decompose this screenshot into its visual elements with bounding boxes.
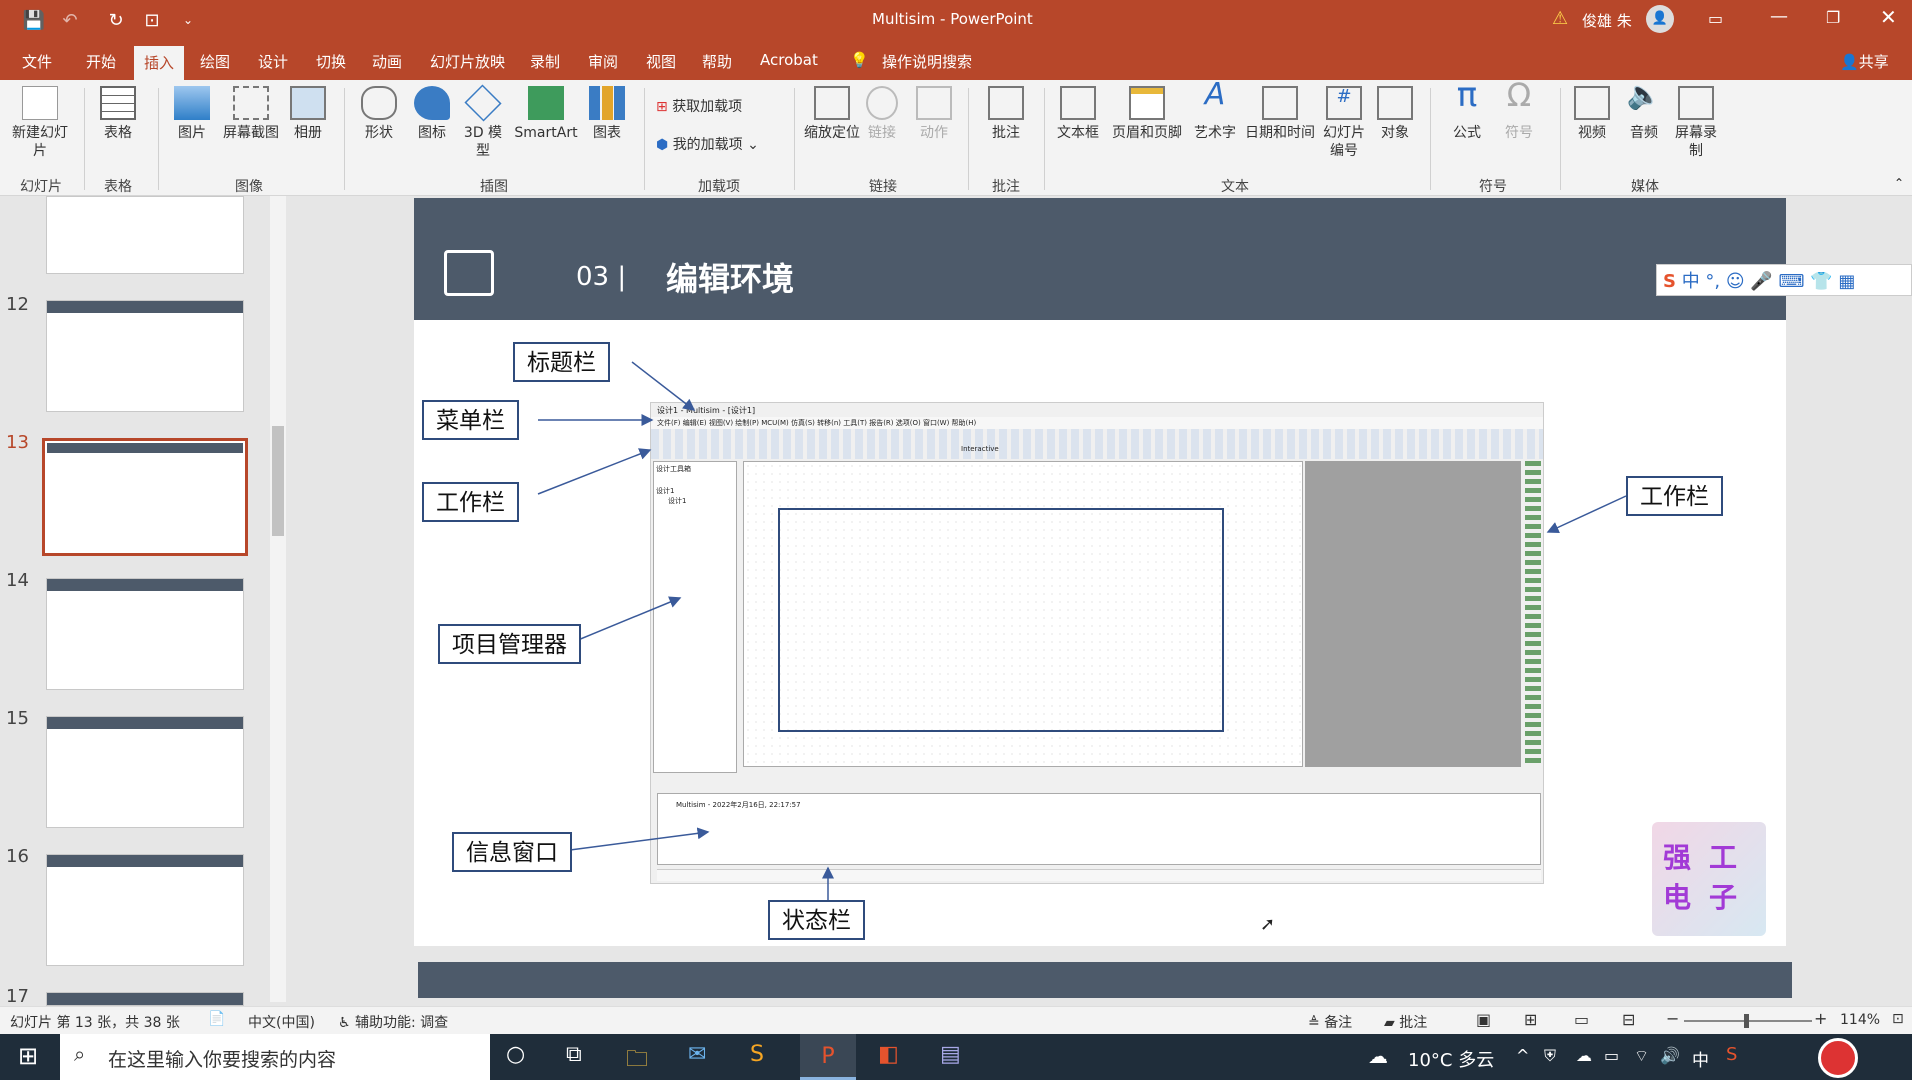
slideshow-icon[interactable]: ⊟ xyxy=(1622,1010,1635,1029)
watermark-logo: 强工电子 xyxy=(1652,822,1766,936)
multisim-app-icon[interactable]: ▤ xyxy=(940,1042,961,1067)
wifi-icon[interactable]: ⌔ xyxy=(1634,1046,1649,1066)
cloud-icon: ☁ xyxy=(1368,1044,1388,1068)
normal-view-icon[interactable]: ▣ xyxy=(1476,1010,1491,1029)
status-bar: 幻灯片 第 13 张，共 38 张 📄 中文(中国) ♿ 辅助功能: 调查 ≜ … xyxy=(0,1006,1912,1034)
cortana-icon[interactable]: ○ xyxy=(506,1042,525,1067)
callout-project-manager: 项目管理器 xyxy=(438,624,581,664)
weather-text[interactable]: 10°C 多云 xyxy=(1408,1046,1494,1072)
notes-button[interactable]: ≜ 备注 xyxy=(1308,1012,1352,1032)
volume-icon[interactable]: 🔊 xyxy=(1660,1046,1680,1065)
file-explorer-icon[interactable]: 🗀 xyxy=(626,1042,648,1080)
accessibility-icon: ♿ xyxy=(338,1015,351,1031)
arrow xyxy=(577,596,682,641)
taskbar: ⊞ ⌕ 在这里输入你要搜索的内容 ○ ⧉ 🗀 ✉ S P ◧ ▤ ☁ 10°C 多… xyxy=(0,1034,1912,1080)
callout-status-bar: 状态栏 xyxy=(768,900,865,940)
slide-counter: 幻灯片 第 13 张，共 38 张 xyxy=(10,1015,180,1031)
windows-start-icon[interactable]: ⊞ xyxy=(18,1042,38,1070)
onedrive-icon[interactable]: ☁ xyxy=(1576,1046,1592,1065)
powerpoint-icon[interactable]: P xyxy=(800,1034,856,1080)
security-icon[interactable]: ⛨ xyxy=(1544,1046,1556,1066)
app-icon[interactable]: ◧ xyxy=(878,1042,899,1067)
notes-icon: ≜ xyxy=(1308,1015,1320,1031)
reading-view-icon[interactable]: ▭ xyxy=(1574,1010,1589,1029)
notes-label: 备注 xyxy=(1324,1015,1353,1031)
accessibility-status[interactable]: ♿ 辅助功能: 调查 xyxy=(338,1012,448,1032)
comments-icon: ▰ xyxy=(1384,1015,1395,1031)
arrow xyxy=(631,361,696,411)
arrow xyxy=(537,448,652,495)
callout-menu-bar: 菜单栏 xyxy=(422,400,519,440)
arrow xyxy=(1546,495,1627,534)
taskbar-search[interactable]: ⌕ 在这里输入你要搜索的内容 xyxy=(60,1034,490,1080)
tray-chevron-icon[interactable]: ^ xyxy=(1516,1046,1529,1065)
zoom-in-icon[interactable]: + xyxy=(1814,1009,1827,1028)
zoom-slider[interactable] xyxy=(1684,1014,1812,1028)
accessibility-label: 辅助功能: 调查 xyxy=(355,1015,449,1031)
callout-info-window: 信息窗口 xyxy=(452,832,572,872)
slide-sorter-icon[interactable]: ⊞ xyxy=(1524,1010,1537,1029)
battery-icon[interactable]: ▭ xyxy=(1604,1046,1619,1065)
record-stop-button[interactable] xyxy=(1818,1038,1858,1078)
language-status[interactable]: 中文(中国) xyxy=(248,1012,315,1032)
sogou-app-icon[interactable]: S xyxy=(750,1042,764,1067)
comments-button[interactable]: ▰ 批注 xyxy=(1384,1012,1427,1032)
fit-slide-icon[interactable]: ⊡ xyxy=(1892,1011,1904,1027)
callout-title-bar: 标题栏 xyxy=(513,342,610,382)
search-placeholder: 在这里输入你要搜索的内容 xyxy=(108,1049,337,1071)
comments-label: 批注 xyxy=(1399,1015,1428,1031)
spellcheck-icon[interactable]: 📄 xyxy=(208,1011,225,1027)
zoom-slider-thumb[interactable] xyxy=(1744,1014,1749,1028)
callout-arrows xyxy=(537,361,1627,902)
search-icon: ⌕ xyxy=(74,1042,86,1066)
zoom-level[interactable]: 114% xyxy=(1840,1012,1880,1028)
callout-toolbar-right: 工作栏 xyxy=(1626,476,1723,516)
sogou-tray-icon[interactable]: S xyxy=(1726,1044,1737,1065)
mouse-cursor-icon: ➚ xyxy=(1260,914,1276,935)
mail-icon[interactable]: ✉ xyxy=(688,1042,706,1067)
zoom-out-icon[interactable]: − xyxy=(1666,1009,1679,1028)
ime-indicator[interactable]: 中 xyxy=(1692,1046,1709,1071)
task-view-icon[interactable]: ⧉ xyxy=(566,1042,582,1067)
callout-toolbar-left: 工作栏 xyxy=(422,482,519,522)
arrow xyxy=(569,827,710,851)
